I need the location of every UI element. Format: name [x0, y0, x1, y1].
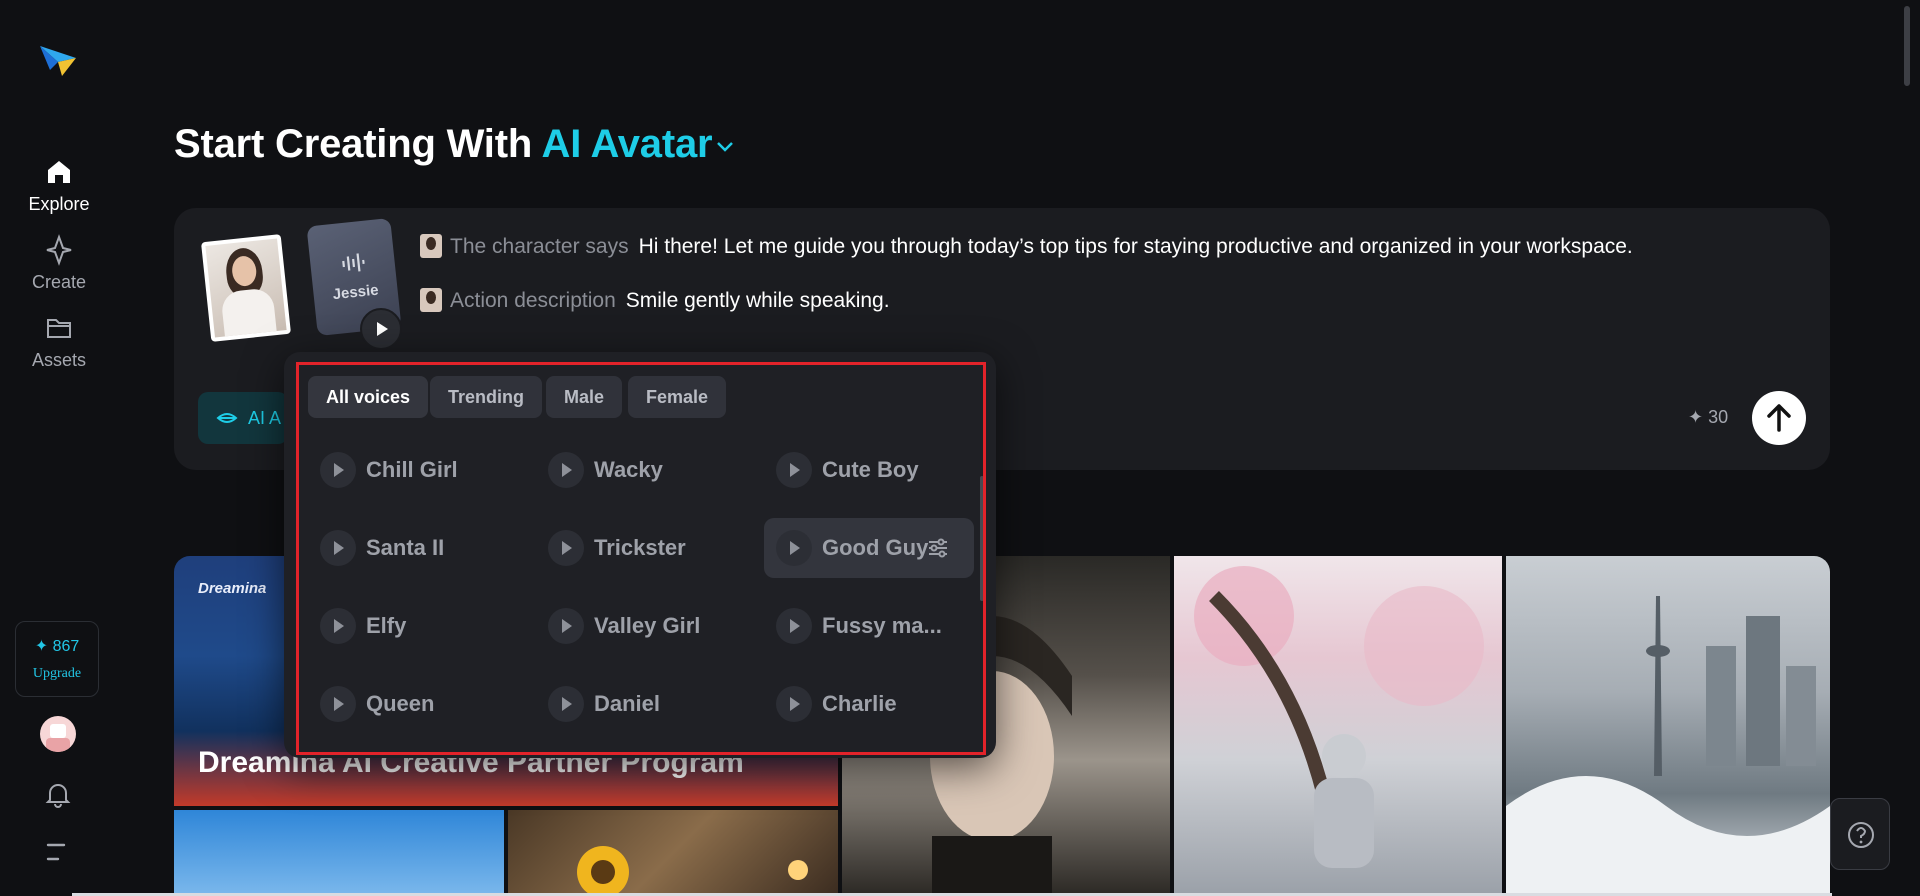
- voice-option-name: Santa II: [366, 535, 445, 560]
- voice-option-name: Good Guy: [822, 535, 929, 560]
- mini-avatar-icon: [420, 288, 442, 312]
- filter-trending[interactable]: Trending: [430, 376, 542, 418]
- play-icon[interactable]: [548, 686, 584, 722]
- voice-option-name: Wacky: [594, 457, 663, 482]
- title-prefix: Start Creating With: [174, 122, 533, 166]
- filter-female[interactable]: Female: [628, 376, 727, 418]
- arrow-up-icon: [1767, 404, 1791, 432]
- nav-create[interactable]: Create: [0, 234, 118, 293]
- nav-assets-label: Assets: [31, 350, 87, 370]
- voice-option[interactable]: Elfy: [308, 596, 518, 656]
- play-icon[interactable]: [548, 608, 584, 644]
- voice-option-name: Chill Girl: [366, 457, 458, 482]
- mode-dropdown-label: AI Avatar: [541, 122, 713, 166]
- play-icon[interactable]: [776, 686, 812, 722]
- voice-option-name: Charlie: [822, 691, 897, 716]
- play-icon: [377, 322, 388, 336]
- help-icon: [1848, 822, 1874, 848]
- action-description-label: Action description: [450, 289, 616, 312]
- voice-option[interactable]: Queen: [308, 674, 518, 734]
- voice-option-name: Trickster: [594, 535, 686, 560]
- upgrade-link[interactable]: Upgrade: [16, 666, 98, 682]
- play-icon[interactable]: [776, 452, 812, 488]
- sunflower-image: [577, 846, 808, 896]
- user-avatar[interactable]: [40, 716, 76, 752]
- nav-explore-label: Explore: [28, 194, 90, 214]
- banner-brand: Dreamina: [198, 580, 267, 597]
- ai-chip-label: AI A: [248, 408, 282, 428]
- voice-option[interactable]: Cute Boy: [764, 440, 974, 500]
- voice-option[interactable]: Valley Girl: [536, 596, 746, 656]
- folder-icon: [47, 319, 71, 338]
- voice-option-name: Elfy: [366, 613, 407, 638]
- filter-all-voices[interactable]: All voices: [308, 376, 429, 418]
- credit-cost: ✦ 30: [1688, 407, 1729, 427]
- credits-upgrade-box[interactable]: ✦ 867 Upgrade: [15, 621, 99, 697]
- voice-option-hovered[interactable]: Good Guy: [764, 518, 974, 578]
- voice-preview-play-button[interactable]: [360, 308, 402, 350]
- waveform-icon: [342, 253, 365, 272]
- play-icon[interactable]: [320, 530, 356, 566]
- character-says-label: The character says: [450, 235, 629, 258]
- avatar-photo-thumbnail[interactable]: [200, 234, 292, 342]
- city-wave-image: [1506, 596, 1830, 896]
- voice-option[interactable]: Trickster: [536, 518, 746, 578]
- character-says-row[interactable]: The character says Hi there! Let me guide…: [420, 234, 1633, 259]
- nav-create-label: Create: [31, 272, 87, 292]
- page-title: Start Creating With AI Avatar: [174, 122, 736, 167]
- voice-option-name: Queen: [366, 691, 435, 716]
- robot-image: [1194, 566, 1484, 868]
- credits-count: ✦ 867: [34, 638, 80, 655]
- play-icon[interactable]: [320, 452, 356, 488]
- voice-option[interactable]: Santa II: [308, 518, 518, 578]
- home-icon: [48, 161, 70, 183]
- voice-card-name: Jessie: [331, 281, 380, 304]
- sidebar: Explore Create Assets ✦ 867 Upgrade: [0, 0, 118, 896]
- filter-male[interactable]: Male: [546, 376, 623, 418]
- voice-option-name: Daniel: [594, 691, 661, 716]
- play-icon[interactable]: [776, 530, 812, 566]
- bell-icon[interactable]: [44, 780, 72, 808]
- adjust-settings-icon[interactable]: [926, 536, 950, 560]
- play-icon[interactable]: [776, 608, 812, 644]
- gallery-image-sky[interactable]: [174, 810, 504, 896]
- avatar-image: [46, 724, 70, 752]
- gallery-image-city-wave[interactable]: [1506, 556, 1830, 896]
- popup-scrollbar[interactable]: [980, 476, 984, 601]
- voice-option[interactable]: Fussy ma...: [764, 596, 974, 656]
- menu-icon[interactable]: [44, 842, 68, 862]
- sparkle-icon: [46, 234, 72, 266]
- voice-option-name: Cute Boy: [822, 457, 919, 482]
- ai-avatar-mode-chip[interactable]: AI A: [198, 392, 288, 444]
- voice-option[interactable]: Daniel: [536, 674, 746, 734]
- nav-explore[interactable]: Explore: [0, 156, 118, 215]
- lips-icon: [216, 413, 238, 423]
- mode-dropdown[interactable]: AI Avatar: [542, 122, 737, 166]
- gallery-image-robot[interactable]: [1174, 556, 1502, 896]
- voice-option-name: Valley Girl: [594, 613, 701, 638]
- dreamina-logo[interactable]: [36, 36, 80, 80]
- chevron-down-icon: [717, 142, 734, 153]
- play-icon[interactable]: [320, 608, 356, 644]
- character-says-text[interactable]: Hi there! Let me guide you through today…: [639, 235, 1633, 258]
- voice-option[interactable]: Wacky: [536, 440, 746, 500]
- page-scrollbar[interactable]: [1904, 6, 1910, 86]
- voice-option-name: Fussy ma...: [822, 613, 942, 638]
- mini-avatar-icon: [420, 234, 442, 258]
- voice-option[interactable]: Charlie: [764, 674, 974, 734]
- action-description-row[interactable]: Action description Smile gently while spe…: [420, 288, 890, 313]
- action-description-text[interactable]: Smile gently while speaking.: [626, 289, 890, 312]
- generate-button[interactable]: [1752, 391, 1806, 445]
- help-button[interactable]: [1830, 798, 1890, 870]
- nav-assets[interactable]: Assets: [0, 312, 118, 371]
- play-icon[interactable]: [548, 530, 584, 566]
- play-icon[interactable]: [320, 686, 356, 722]
- play-icon[interactable]: [548, 452, 584, 488]
- gallery-image-sunflower[interactable]: [508, 810, 838, 896]
- voice-option[interactable]: Chill Girl: [308, 440, 518, 500]
- avatar-photo: [205, 238, 287, 338]
